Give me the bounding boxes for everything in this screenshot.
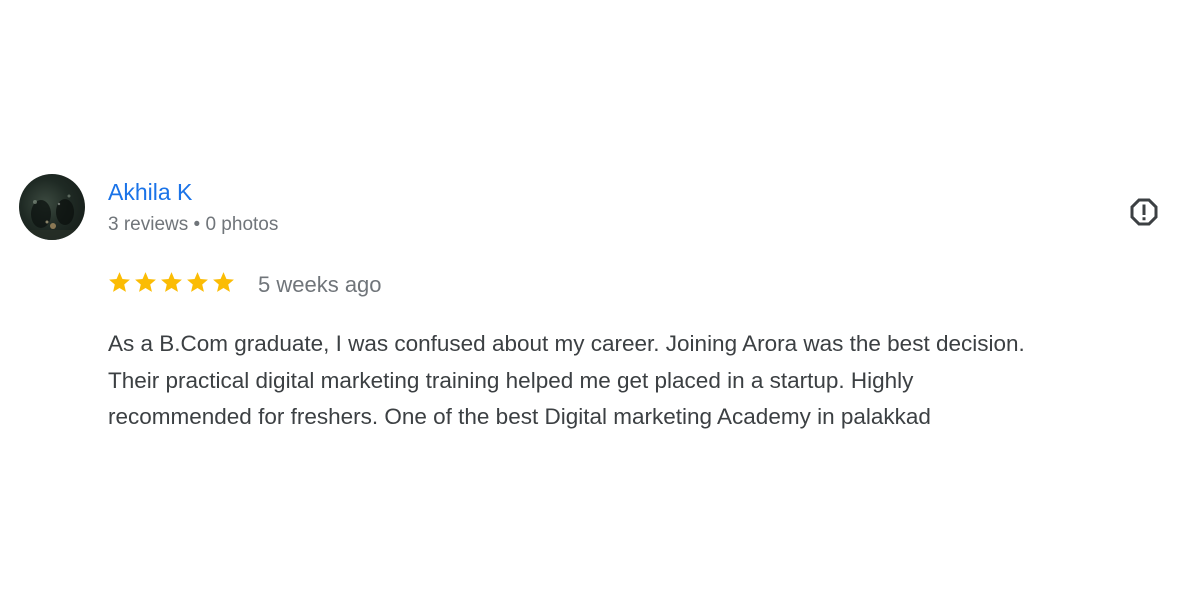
reviewer-name-link[interactable]: Akhila K [108,179,192,206]
review-text-line: Their practical digital marketing traini… [108,367,914,393]
star-icon [161,272,182,292]
star-icon [187,272,208,292]
report-review-button[interactable] [1124,192,1164,232]
star-icon [109,272,130,292]
report-flag-icon [1130,198,1158,226]
reviewer-avatar[interactable] [19,174,85,240]
review-text-line: As a B.Com graduate, I was confused abou… [108,331,1025,356]
star-icon [213,272,234,292]
reviewer-meta: 3 reviews • 0 photos [108,214,279,235]
star-icon [135,272,156,292]
review-text-line: recommended for freshers. One of the bes… [108,404,931,429]
review-card: Akhila K 3 reviews • 0 photos 5 weeks ag… [0,0,1200,600]
avatar-photo [19,194,85,240]
review-text: As a B.Com graduate, I was confused abou… [108,326,1193,436]
review-time: 5 weeks ago [258,272,382,297]
star-rating [107,270,236,295]
